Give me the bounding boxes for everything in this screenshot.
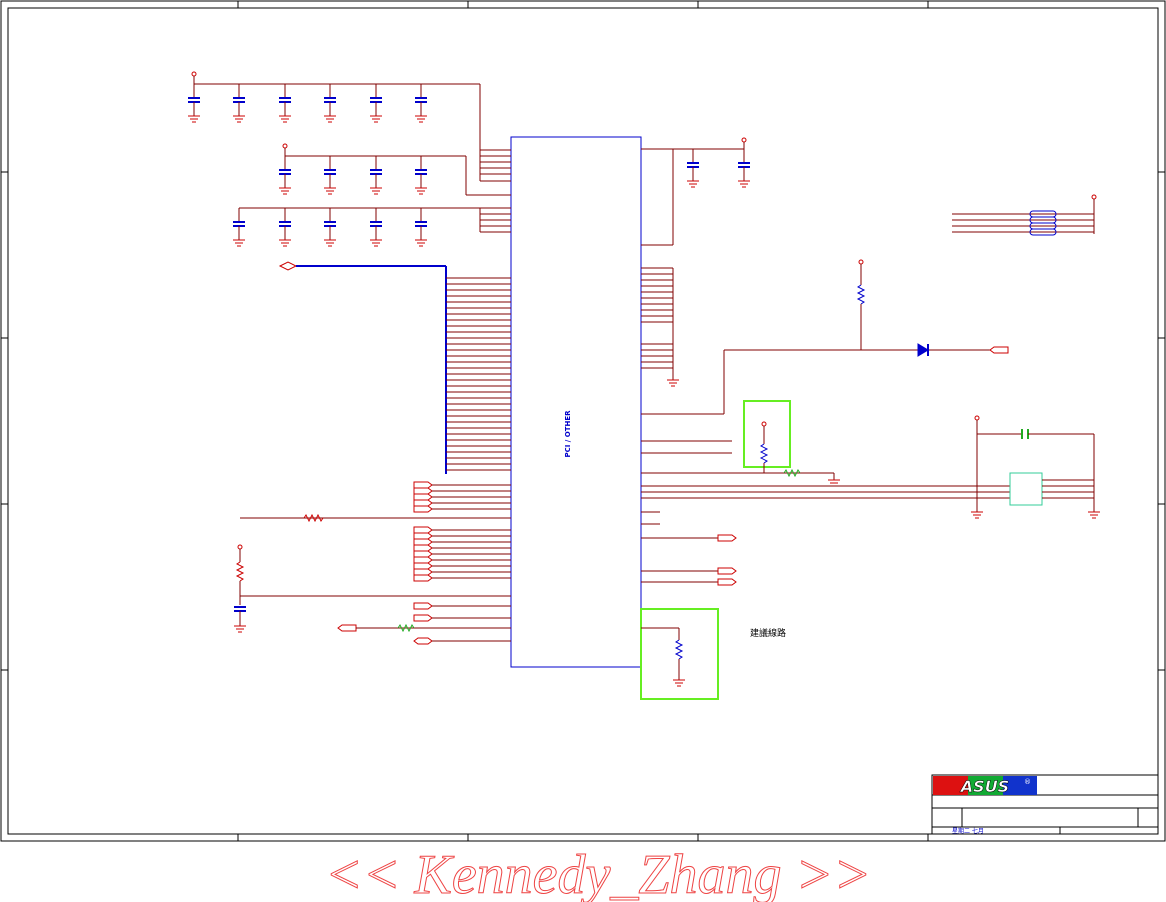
title-date: 星期二 七月 [952,827,984,835]
crystal-circuit [971,415,1100,519]
watermark-text: << Kennedy_Zhang >> [325,844,871,902]
left-rc-network [234,544,511,633]
capacitor [324,84,336,123]
svg-text:ASUS: ASUS [959,777,1009,796]
capacitor-group-row-2 [279,156,427,195]
highlight-resistor-2 [641,627,685,687]
capacitor [324,156,336,195]
power-pin-row-2 [282,143,288,149]
recommended-circuit-note: 建議線路 [750,627,786,639]
capacitor [188,84,200,123]
pullup-and-diode [856,259,1009,357]
capacitor [324,208,336,247]
capacitor-group-row-1 [188,84,427,123]
block-label: PCI / OTHER [564,410,572,458]
capacitor [370,156,382,195]
sheet-frame [0,0,1166,842]
capacitor-group-row-3 [233,208,427,247]
capacitor [738,149,750,188]
capacitor [370,208,382,247]
schematic-sheet: PCI / OTHER 建議線路 ASUS ® 星期二 七月 << Kenned… [0,0,1166,902]
capacitor [415,208,427,247]
left-control-signals [413,481,511,582]
svg-text:®: ® [1024,778,1031,786]
right-signals [641,349,1010,586]
capacitor [687,149,699,188]
highlight-resistor-1 [759,421,769,473]
asus-logo: ASUS ® [933,776,1037,796]
capacitor [279,156,291,195]
resistor-pack [952,194,1097,236]
capacitor-group-right [687,149,750,188]
address-data-bus [278,261,511,474]
bottom-left-signals [337,602,511,645]
capacitor [233,208,245,247]
capacitor [279,84,291,123]
highlight-box-pulldown [743,400,791,468]
decoupling-caps-row-2 [285,155,511,196]
capacitor [415,84,427,123]
right-ground-pins [641,267,679,387]
pci-other-block [510,136,642,668]
capacitor [233,84,245,123]
decoupling-caps-row-3 [239,207,511,233]
left-resistor-line [240,513,511,523]
power-pin-right-top [741,137,747,143]
capacitor [370,84,382,123]
capacitor [415,156,427,195]
capacitor [279,208,291,247]
power-pin-row-1 [191,71,197,77]
